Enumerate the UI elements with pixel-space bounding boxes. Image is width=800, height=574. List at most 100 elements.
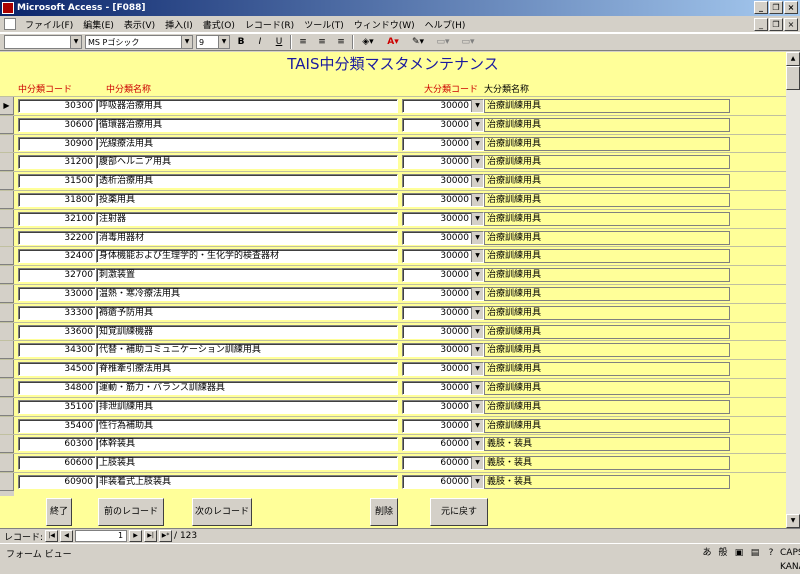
prev-record-button[interactable]: 前のレコード bbox=[98, 498, 164, 526]
prev-record-icon[interactable]: ◀ bbox=[60, 530, 74, 542]
code-field[interactable]: 32700 bbox=[18, 268, 96, 283]
code-field[interactable]: 32200 bbox=[18, 230, 96, 245]
code-field[interactable]: 34800 bbox=[18, 381, 96, 395]
chevron-down-icon[interactable]: ▼ bbox=[471, 438, 483, 451]
code-field[interactable]: 32100 bbox=[18, 211, 96, 226]
name-field[interactable]: 光線療法用具 bbox=[96, 136, 398, 151]
chevron-down-icon[interactable]: ▼ bbox=[471, 419, 483, 432]
name-field[interactable]: 消毒用器材 bbox=[96, 230, 398, 245]
category-combo[interactable]: 30000 ▼ bbox=[402, 136, 484, 151]
category-combo[interactable]: 30000 ▼ bbox=[402, 117, 484, 132]
name-field[interactable]: 身体機能および生理学的・生化学的検査器材 bbox=[96, 249, 398, 264]
category-combo[interactable]: 60000 ▼ bbox=[402, 475, 484, 489]
category-combo[interactable]: 30000 ▼ bbox=[402, 230, 484, 245]
record-selector[interactable] bbox=[0, 379, 14, 397]
chevron-down-icon[interactable]: ▼ bbox=[471, 137, 483, 150]
chevron-down-icon[interactable]: ▼ bbox=[471, 194, 483, 206]
form-icon[interactable] bbox=[4, 18, 16, 30]
code-field[interactable]: 31500 bbox=[18, 174, 96, 189]
font-select[interactable]: MS Pゴシック ▼ bbox=[85, 35, 193, 49]
scroll-down-icon[interactable]: ▼ bbox=[786, 514, 800, 528]
record-selector[interactable] bbox=[0, 115, 14, 134]
code-field[interactable]: 31200 bbox=[18, 155, 96, 170]
chevron-down-icon[interactable]: ▼ bbox=[471, 231, 483, 244]
chevron-down-icon[interactable]: ▼ bbox=[471, 288, 483, 300]
category-combo[interactable]: 30000 ▼ bbox=[402, 324, 484, 339]
category-combo[interactable]: 30000 ▼ bbox=[402, 362, 484, 377]
underline-button[interactable]: U bbox=[271, 35, 287, 49]
scroll-thumb[interactable] bbox=[786, 66, 800, 90]
name-field[interactable]: 投薬用具 bbox=[96, 193, 398, 207]
line-width-icon[interactable]: ▭▾ bbox=[432, 35, 454, 49]
fill-color-icon[interactable]: ◈▾ bbox=[357, 35, 379, 49]
menu-file[interactable]: ファイル(F) bbox=[20, 18, 78, 31]
category-combo[interactable]: 30000 ▼ bbox=[402, 343, 484, 358]
menu-records[interactable]: レコード(R) bbox=[240, 18, 299, 31]
name-field[interactable]: 性行為補助具 bbox=[96, 418, 398, 433]
chevron-down-icon[interactable]: ▼ bbox=[471, 400, 483, 413]
category-combo[interactable]: 30000 ▼ bbox=[402, 211, 484, 226]
chevron-down-icon[interactable]: ▼ bbox=[471, 363, 483, 376]
code-field[interactable]: 31800 bbox=[18, 193, 96, 207]
record-selector[interactable] bbox=[0, 153, 14, 172]
close-form-button[interactable]: 終了 bbox=[46, 498, 72, 526]
record-selector[interactable]: ▶ bbox=[0, 97, 14, 115]
italic-button[interactable]: I bbox=[252, 35, 268, 49]
chevron-down-icon[interactable]: ▼ bbox=[471, 175, 483, 188]
menu-tools[interactable]: ツール(T) bbox=[299, 18, 349, 31]
undo-button[interactable]: 元に戻す bbox=[430, 498, 488, 526]
align-center-icon[interactable]: ≡ bbox=[314, 35, 330, 49]
first-record-icon[interactable]: |◀ bbox=[45, 530, 59, 542]
record-selector[interactable] bbox=[0, 191, 14, 209]
category-combo[interactable]: 30000 ▼ bbox=[402, 99, 484, 113]
code-field[interactable]: 60900 bbox=[18, 475, 96, 489]
menu-edit[interactable]: 編集(E) bbox=[78, 18, 119, 31]
name-field[interactable]: 注射器 bbox=[96, 211, 398, 226]
restore-button[interactable]: ❐ bbox=[769, 1, 783, 14]
name-field[interactable]: 代替・補助コミュニケーション訓練用具 bbox=[96, 343, 398, 358]
record-selector[interactable] bbox=[0, 247, 14, 266]
name-field[interactable]: 知覚訓練機器 bbox=[96, 324, 398, 339]
code-field[interactable]: 33300 bbox=[18, 305, 96, 320]
record-selector[interactable] bbox=[0, 266, 14, 285]
category-combo[interactable]: 30000 ▼ bbox=[402, 193, 484, 207]
chevron-down-icon[interactable]: ▼ bbox=[471, 476, 483, 488]
chevron-down-icon[interactable]: ▼ bbox=[471, 457, 483, 470]
chevron-down-icon[interactable]: ▼ bbox=[471, 118, 483, 131]
menu-format[interactable]: 書式(O) bbox=[198, 18, 240, 31]
chevron-down-icon[interactable]: ▼ bbox=[471, 100, 483, 112]
name-field[interactable]: 温熱・寒冷療法用具 bbox=[96, 287, 398, 301]
menu-window[interactable]: ウィンドウ(W) bbox=[349, 18, 420, 31]
line-color-icon[interactable]: ✎▾ bbox=[407, 35, 429, 49]
code-field[interactable]: 35400 bbox=[18, 418, 96, 433]
name-field[interactable]: 呼吸器治療用具 bbox=[96, 99, 398, 113]
new-record-icon[interactable]: ▶* bbox=[159, 530, 173, 542]
name-field[interactable]: 褥瘡予防用具 bbox=[96, 305, 398, 320]
record-selector[interactable] bbox=[0, 322, 14, 341]
chevron-down-icon[interactable]: ▼ bbox=[471, 212, 483, 225]
record-selector[interactable] bbox=[0, 397, 14, 416]
code-field[interactable]: 30600 bbox=[18, 117, 96, 132]
record-selector[interactable] bbox=[0, 285, 14, 303]
doc-minimize-button[interactable]: _ bbox=[754, 18, 768, 31]
name-field[interactable]: 透析治療用具 bbox=[96, 174, 398, 189]
doc-restore-button[interactable]: ❐ bbox=[769, 18, 783, 31]
chevron-down-icon[interactable]: ▼ bbox=[471, 156, 483, 169]
object-select[interactable]: ▼ bbox=[4, 35, 82, 49]
font-size-select[interactable]: 9 ▼ bbox=[196, 35, 230, 49]
name-field[interactable]: 体幹装具 bbox=[96, 437, 398, 452]
last-record-icon[interactable]: ▶| bbox=[144, 530, 158, 542]
special-effect-icon[interactable]: ▭▾ bbox=[457, 35, 479, 49]
code-field[interactable]: 30900 bbox=[18, 136, 96, 151]
record-selector[interactable] bbox=[0, 341, 14, 360]
category-combo[interactable]: 60000 ▼ bbox=[402, 437, 484, 452]
record-selector[interactable] bbox=[0, 228, 14, 247]
category-combo[interactable]: 30000 ▼ bbox=[402, 268, 484, 283]
category-combo[interactable]: 30000 ▼ bbox=[402, 399, 484, 414]
name-field[interactable]: 刺激装置 bbox=[96, 268, 398, 283]
delete-button[interactable]: 削除 bbox=[370, 498, 398, 526]
record-selector[interactable] bbox=[0, 454, 14, 473]
chevron-down-icon[interactable]: ▼ bbox=[471, 306, 483, 319]
name-field[interactable]: 非装着式上肢装具 bbox=[96, 475, 398, 489]
code-field[interactable]: 32400 bbox=[18, 249, 96, 264]
